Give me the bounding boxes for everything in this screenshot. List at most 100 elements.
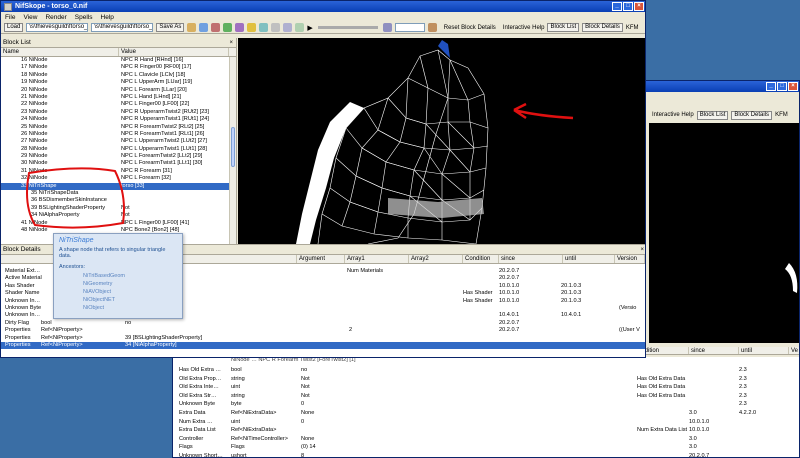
table-row[interactable]: Extra Data List Ref<NiExtraData> Num Extra… (173, 426, 799, 435)
render-icon[interactable] (187, 23, 197, 32)
detail-name: Properties (5, 327, 31, 334)
col-until[interactable]: until (739, 347, 789, 354)
table-row[interactable]: Flags Flags (0) 14 3.0 (173, 443, 799, 452)
block-list-item[interactable]: 26 NiNode NPC R ForearmTwist1 [RLt1] [26] (1, 130, 236, 139)
table-row[interactable]: Unknown Short… ushort 8 20.2.0.7 (173, 451, 799, 457)
reset-block-details-button[interactable]: Reset Block Details (444, 25, 496, 31)
background-detail-col-headers: condition since until Ve (633, 347, 799, 355)
block-value: NPC R Finger00 [RF00] [17] (121, 64, 192, 71)
table-row[interactable]: Unknown Byte byte 0 2.3 (173, 400, 799, 409)
render-viewport[interactable] (238, 38, 645, 245)
col-version[interactable]: Ve (789, 347, 799, 354)
col-since[interactable]: since (689, 347, 739, 354)
load-path-input[interactable]: \s\fhievesguild\ftorso_0.nif (26, 23, 89, 32)
block-list-item[interactable]: 17 NiNode NPC R Finger00 [RF00] [17] (1, 64, 236, 72)
bg-detail-value: Not (301, 384, 310, 391)
minimize-icon[interactable]: _ (766, 82, 776, 91)
bg-detail-name: Has Old Extra … (179, 367, 221, 373)
shader-icon[interactable] (271, 23, 281, 32)
play-icon[interactable]: ▶ (307, 24, 312, 32)
view-top-icon[interactable] (295, 23, 305, 32)
table-row[interactable]: NiNode … NPC R Forearm Twist2 [ForeTwist… (173, 357, 799, 366)
background-viewport[interactable] (649, 123, 799, 343)
table-row[interactable]: Controller Ref<NiTimeController> None 3.0 (173, 434, 799, 444)
table-row[interactable]: Extra Data Ref<NiExtraData> None 3.0 4.2.2.0 (173, 408, 799, 418)
close-icon[interactable]: × (634, 2, 644, 11)
block-list-item[interactable]: 25 NiNode NPC R ForearmTwist2 [RLt2] [25] (1, 123, 236, 131)
col-array2[interactable]: Array2 (409, 255, 463, 263)
furniture-icon[interactable] (235, 23, 245, 32)
close-icon[interactable]: × (640, 247, 644, 253)
block-list-item[interactable]: 22 NiNode NPC L Finger00 [LF00] [22] (1, 101, 236, 109)
table-row[interactable]: Num Extra … uint 0 10.0.1.0 (173, 417, 799, 427)
col-name[interactable]: Name (1, 48, 119, 56)
col-version[interactable]: Version (615, 255, 645, 263)
col-until[interactable]: until (563, 255, 615, 263)
load-button[interactable]: Load (4, 23, 24, 32)
block-list-toggle[interactable]: Block List (696, 110, 729, 120)
scroll-thumb[interactable] (231, 127, 235, 167)
bg-detail-type: Ref<NiExtraData> (231, 409, 277, 416)
col-since[interactable]: since (499, 255, 563, 263)
detail-row[interactable]: Properties Ref<NiProperty> 39 [BSLightingS… (1, 334, 645, 342)
detail-row[interactable]: Dirty Flag bool no 20.2.0.7 (1, 319, 645, 328)
col-value[interactable]: Value (119, 48, 229, 56)
block-value: NPC L ForearmTwist1 [LLt1] [30] (121, 160, 203, 167)
detail-row[interactable]: Properties Ref<NiProperty> 2 20.2.0.7 ((User… (1, 327, 645, 335)
table-row[interactable]: Old Extra Inte… uint Not Has Old Extra Data… (173, 383, 799, 392)
block-list-item[interactable]: 21 NiNode NPC L Hand [LHnd] [21] (1, 93, 236, 102)
block-list-toggle[interactable]: Block List (547, 23, 580, 32)
block-list-item[interactable]: 29 NiNode NPC L ForearmTwist2 [LLt2] [29] (1, 153, 236, 161)
block-list-item[interactable]: 20 NiNode NPC L Forearm [LLar] [20] (1, 86, 236, 94)
bg-detail-cond: Has Old Extra Data (637, 384, 686, 391)
table-row[interactable]: Has Old Extra … bool no 2.3 (173, 366, 799, 375)
detail-name: Shader Name (5, 290, 40, 297)
block-list-item[interactable]: 18 NiNode NPC L Clavicle [LClv] [18] (1, 71, 236, 80)
menu-help[interactable]: Help (101, 14, 114, 21)
block-value: NPC L UpperarmTwist2 [LUt2] [27] (121, 138, 207, 145)
kfm-button[interactable]: KFM (775, 112, 788, 118)
menu-render[interactable]: Render (45, 14, 66, 21)
menu-file[interactable]: File (5, 14, 15, 21)
block-details-toggle[interactable]: Block Details (582, 23, 623, 32)
kfm-button[interactable]: KFM (626, 25, 639, 31)
block-list-item[interactable]: 24 NiNode NPC R UpperarmTwist1 [RUt1] [24… (1, 116, 236, 124)
close-icon[interactable]: × (788, 82, 798, 91)
block-list-item[interactable]: 27 NiNode NPC L UpperarmTwist2 [LUt2] [27… (1, 138, 236, 146)
block-list-item[interactable]: 23 NiNode NPC R UpperarmTwist2 [RUt2] [23… (1, 108, 236, 117)
lighting-icon[interactable] (247, 23, 257, 32)
block-list-item[interactable]: 28 NiNode NPC L UpperarmTwist1 [LUt1] [28… (1, 145, 236, 154)
table-row[interactable]: Old Extra Prop… string Not Has Old Extra Da… (173, 374, 799, 384)
menu-spells[interactable]: Spells (75, 14, 93, 21)
loop-icon[interactable] (382, 23, 392, 32)
block-list-item[interactable]: 19 NiNode NPC L UpperArm [LUar] [19] (1, 79, 236, 87)
detail-row[interactable]: Properties Ref<NiProperty> 34 [NiAlphaProp… (1, 341, 645, 350)
axes-icon[interactable] (199, 23, 209, 32)
interactive-help-button[interactable]: Interactive Help (503, 25, 545, 31)
havok-icon[interactable] (223, 23, 233, 32)
nodes-icon[interactable] (211, 23, 221, 32)
menu-view[interactable]: View (23, 14, 37, 21)
block-list-item[interactable]: 16 NiNode NPC R Hand [RHnd] [16] (1, 57, 236, 65)
detail-name: Properties (5, 334, 31, 341)
table-row[interactable]: Old Extra Str… string Not Has Old Extra Dat… (173, 391, 799, 401)
minimize-icon[interactable]: _ (612, 2, 622, 11)
switch-icon[interactable] (427, 23, 437, 32)
texture-icon[interactable] (259, 23, 269, 32)
save-path-input[interactable]: \s\thievesguild\ftorso_0.nif (91, 23, 154, 32)
interactive-help-button[interactable]: Interactive Help (652, 112, 694, 118)
maximize-icon[interactable]: □ (777, 82, 787, 91)
col-array1[interactable]: Array1 (345, 255, 409, 263)
block-list-scrollbar[interactable] (229, 57, 236, 244)
block-name: 21 NiNode (21, 93, 48, 100)
block-details-toggle[interactable]: Block Details (731, 110, 773, 120)
view-front-icon[interactable] (283, 23, 293, 32)
maximize-icon[interactable]: □ (623, 2, 633, 11)
close-icon[interactable]: × (229, 40, 233, 46)
animation-slider[interactable] (317, 26, 378, 29)
bg-detail-until: 2.3 (739, 367, 747, 373)
animation-select[interactable] (394, 23, 425, 32)
col-condition[interactable]: Condition (463, 255, 499, 263)
col-argument[interactable]: Argument (297, 255, 345, 263)
save-as-button[interactable]: Save As (156, 23, 185, 32)
